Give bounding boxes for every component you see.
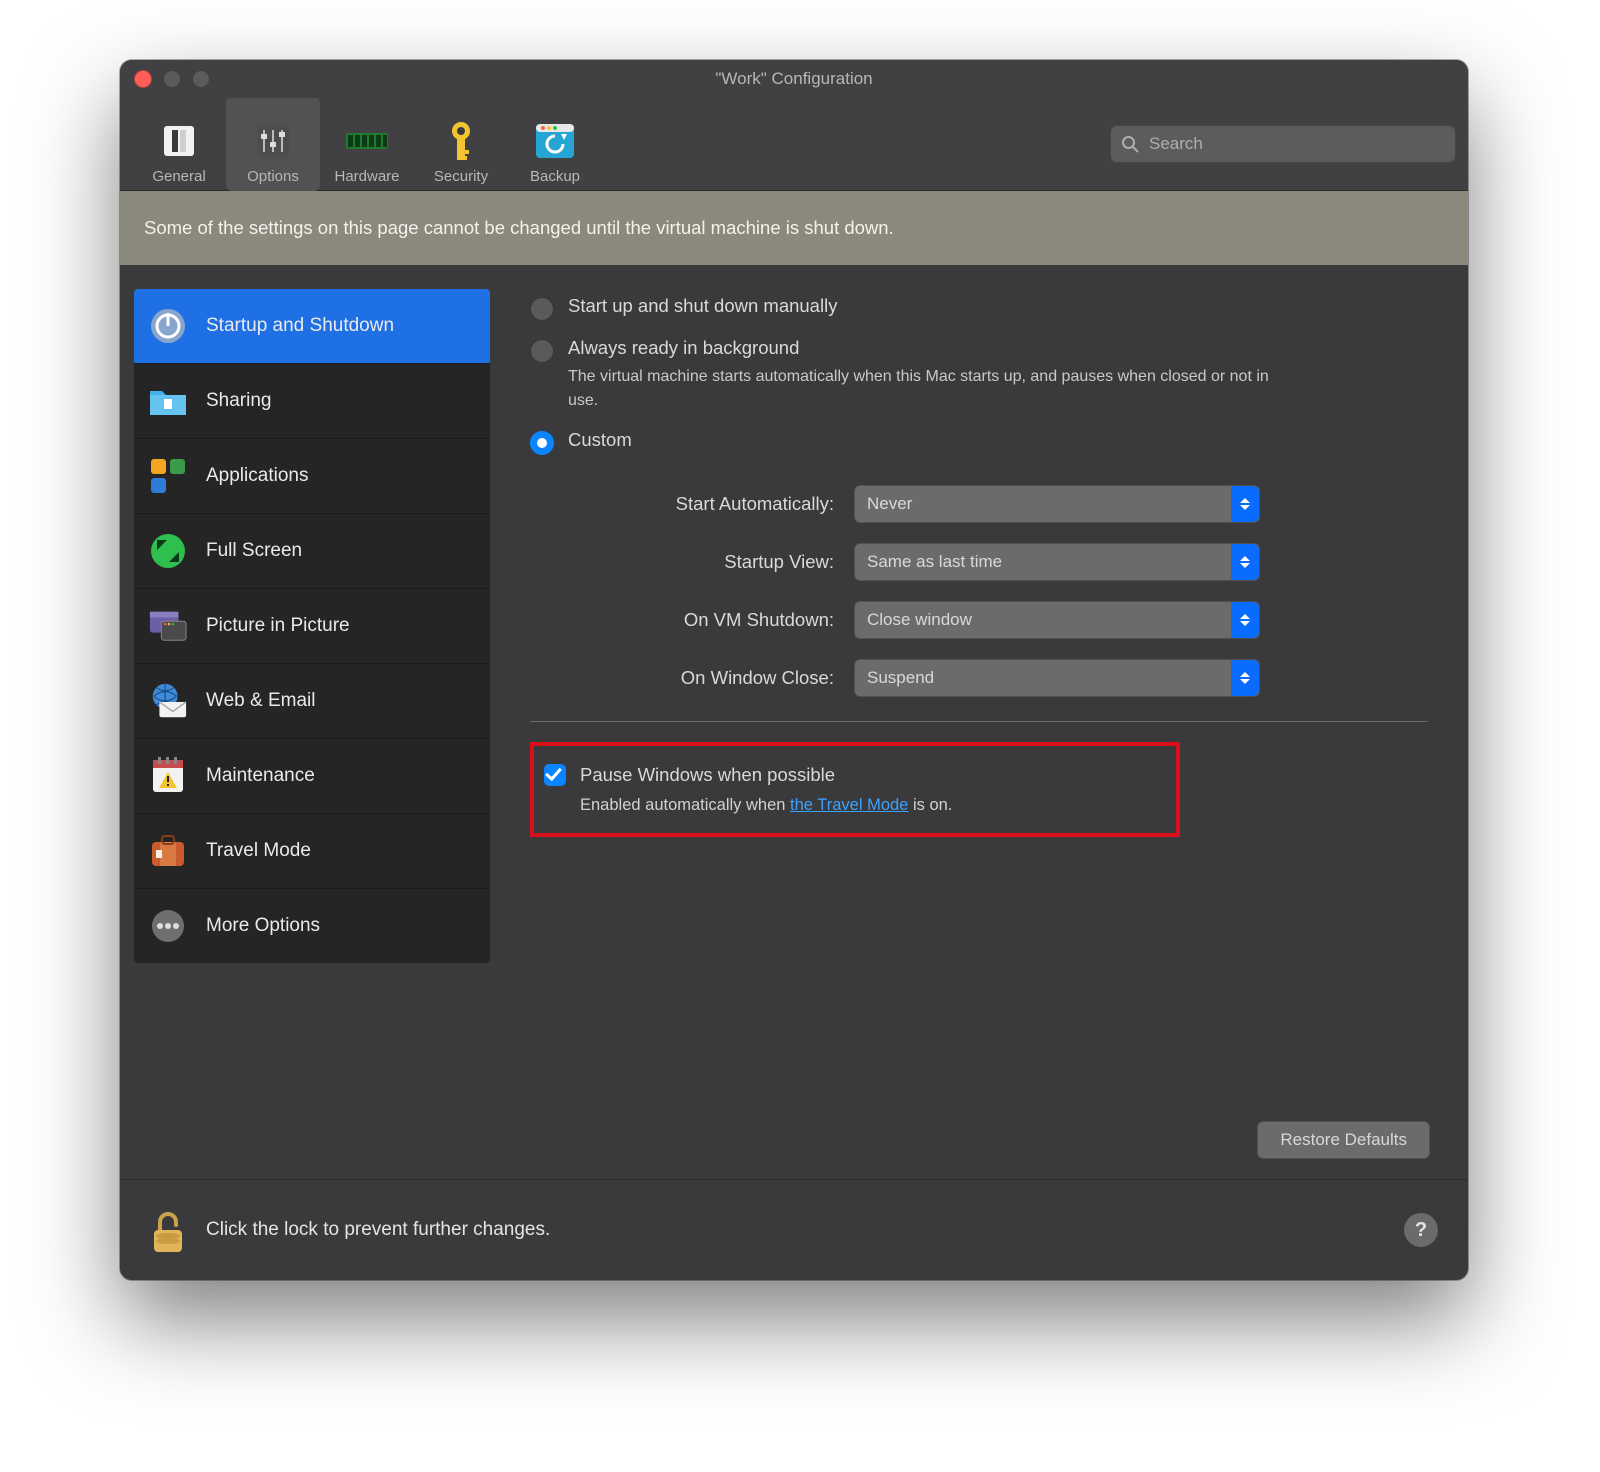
sidebar-item-travel-mode[interactable]: Travel Mode	[134, 814, 490, 889]
web-email-icon	[148, 681, 188, 721]
chevron-updown-icon	[1231, 660, 1259, 696]
toolbar: General Options	[120, 98, 1468, 191]
on-close-label: On Window Close:	[574, 667, 834, 689]
sidebar-item-sharing[interactable]: Sharing	[134, 364, 490, 439]
sidebar-item-applications[interactable]: Applications	[134, 439, 490, 514]
window-close-button[interactable]	[134, 70, 152, 88]
titlebar: "Work" Configuration	[120, 60, 1468, 98]
restore-defaults-button[interactable]: Restore Defaults	[1257, 1121, 1430, 1159]
pause-checkbox-label: Pause Windows when possible	[580, 764, 835, 786]
chevron-updown-icon	[1231, 486, 1259, 522]
backup-icon	[532, 118, 578, 164]
window-zoom-button[interactable]	[192, 70, 210, 88]
pause-checkbox-row[interactable]: Pause Windows when possible	[544, 764, 1156, 786]
options-icon	[250, 118, 296, 164]
startup-view-select[interactable]: Same as last time	[854, 543, 1260, 581]
tab-security[interactable]: Security	[414, 97, 508, 191]
section-divider	[530, 721, 1428, 722]
search-icon	[1121, 135, 1139, 153]
pause-highlight-box: Pause Windows when possible Enabled auto…	[530, 742, 1180, 837]
search-input[interactable]	[1147, 133, 1445, 155]
radio-manual[interactable]: Start up and shut down manually	[530, 295, 1428, 321]
sidebar-item-startup-shutdown[interactable]: Startup and Shutdown	[134, 289, 490, 364]
config-window: "Work" Configuration General	[120, 60, 1468, 1280]
maintenance-icon	[148, 756, 188, 796]
search-field[interactable]	[1110, 125, 1456, 163]
power-icon	[148, 306, 188, 346]
apps-icon	[148, 456, 188, 496]
radio-manual-input[interactable]	[530, 297, 554, 321]
suitcase-icon	[148, 831, 188, 871]
radio-always-ready[interactable]: Always ready in background The virtual m…	[530, 337, 1428, 413]
tab-hardware[interactable]: Hardware	[320, 97, 414, 191]
start-auto-label: Start Automatically:	[574, 493, 834, 515]
on-shutdown-select[interactable]: Close window	[854, 601, 1260, 639]
folder-icon	[148, 381, 188, 421]
pause-checkbox[interactable]	[544, 764, 566, 786]
sidebar: Startup and Shutdown Sharing	[120, 265, 490, 1179]
info-banner: Some of the settings on this page cannot…	[120, 191, 1468, 265]
pip-icon	[148, 606, 188, 646]
more-icon	[148, 906, 188, 946]
radio-custom[interactable]: Custom	[530, 429, 1428, 455]
on-close-select[interactable]: Suspend	[854, 659, 1260, 697]
help-button[interactable]: ?	[1404, 1213, 1438, 1247]
sidebar-item-maintenance[interactable]: Maintenance	[134, 739, 490, 814]
startup-view-label: Startup View:	[574, 551, 834, 573]
window-controls	[134, 70, 210, 88]
general-icon	[156, 118, 202, 164]
security-icon	[438, 118, 484, 164]
footer-text: Click the lock to prevent further change…	[206, 1219, 550, 1241]
chevron-updown-icon	[1231, 544, 1259, 580]
sidebar-item-more-options[interactable]: More Options	[134, 889, 490, 963]
start-auto-select[interactable]: Never	[854, 485, 1260, 523]
tab-backup[interactable]: Backup	[508, 97, 602, 191]
tab-general[interactable]: General	[132, 97, 226, 191]
chevron-updown-icon	[1231, 602, 1259, 638]
fullscreen-icon	[148, 531, 188, 571]
footer: Click the lock to prevent further change…	[120, 1179, 1468, 1280]
lock-icon[interactable]	[150, 1210, 182, 1250]
window-title: "Work" Configuration	[120, 69, 1468, 89]
hardware-icon	[344, 118, 390, 164]
tab-options[interactable]: Options	[226, 97, 320, 191]
radio-always-ready-input[interactable]	[530, 339, 554, 363]
content-pane: Start up and shut down manually Always r…	[490, 265, 1468, 1179]
on-shutdown-label: On VM Shutdown:	[574, 609, 834, 631]
window-minimize-button[interactable]	[163, 70, 181, 88]
sidebar-item-web-email[interactable]: Web & Email	[134, 664, 490, 739]
sidebar-item-full-screen[interactable]: Full Screen	[134, 514, 490, 589]
radio-custom-input[interactable]	[530, 431, 554, 455]
sidebar-item-picture-in-picture[interactable]: Picture in Picture	[134, 589, 490, 664]
travel-mode-link[interactable]: the Travel Mode	[790, 796, 908, 814]
pause-desc: Enabled automatically when the Travel Mo…	[580, 796, 1156, 815]
